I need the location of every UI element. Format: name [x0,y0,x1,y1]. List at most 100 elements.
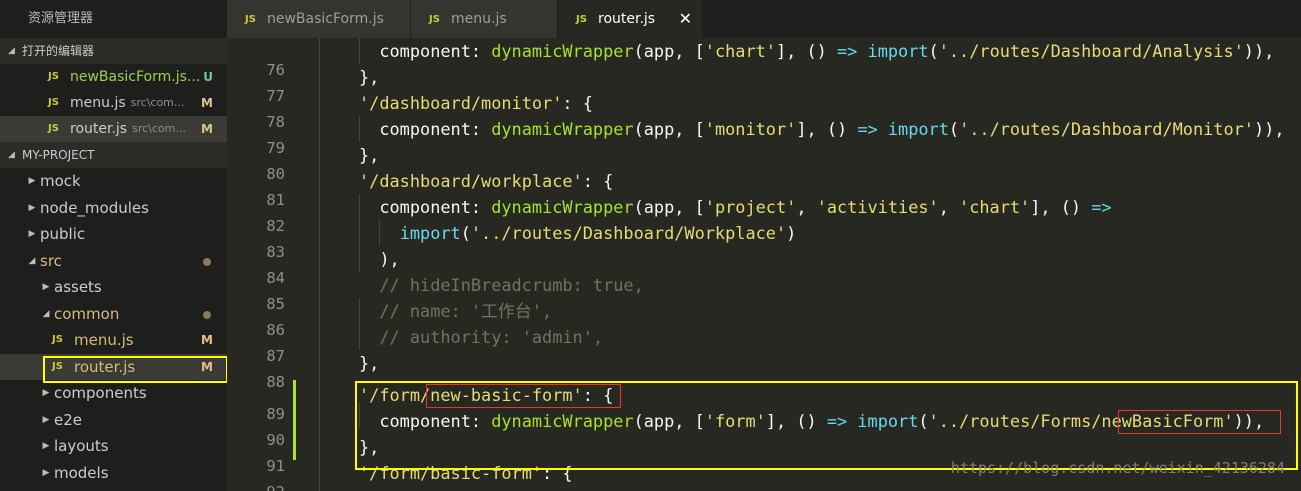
code-line: 78 '/dashboard/monitor': { [227,90,1301,131]
tree-item-label: common [54,304,120,323]
open-editor-item[interactable]: JS router.js src\com... M [0,116,227,142]
code-text: component: dynamicWrapper(app, ['monitor… [379,119,1285,139]
code-editor[interactable]: 76 component: dynamicWrapper(app, ['char… [227,38,1301,491]
chevron-down-icon: ◢ [42,308,50,319]
open-editor-item[interactable]: JS menu.js src\com... M [0,90,227,116]
tree-item-label: node_modules [40,198,149,217]
js-file-icon: JS [245,13,256,25]
chevron-right-icon: ▶ [42,441,50,451]
chevron-right-icon: ▶ [42,467,50,478]
tree-item-label: mock [40,172,81,190]
tree-folder-common[interactable]: ◢ common [0,301,227,328]
tree-item-label: assets [54,278,102,296]
chevron-right-icon: ▶ [42,414,50,425]
code-line: 85 // hideInBreadcrumb: true, [227,272,1301,313]
tree-folder-assets[interactable]: ▶ assets [0,274,227,301]
js-file-icon: JS [48,71,59,82]
annotation-box-route-path [426,384,621,408]
watermark: https://blog.csdn.net/weixin_42136284 [950,459,1285,477]
open-editor-path: src\com... [132,122,186,135]
tree-folder-models[interactable]: ▶ models [0,460,227,487]
tree-folder-public[interactable]: ▶ public [0,221,227,248]
open-editors-title: 打开的编辑器 [22,44,95,58]
code-line: 84 ), [227,246,1301,287]
code-text: }, [359,145,380,165]
tab-newbasicform[interactable]: JS newBasicForm.js [227,0,411,38]
tab-label: menu.js [451,11,507,27]
js-file-icon: JS [48,97,59,108]
code-line: 87 // authority: 'admin', [227,324,1301,365]
code-text: // authority: 'admin', [379,327,604,347]
tree-item-label: menu.js [74,331,134,349]
code-line: 77 }, [227,64,1301,105]
code-line: 80 }, [227,142,1301,183]
js-file-icon: JS [52,334,63,345]
project-title: MY-PROJECT [22,148,95,162]
close-icon[interactable]: ✕ [679,9,692,28]
tree-item-label: e2e [54,410,83,429]
tree-item-label: models [54,463,109,482]
tab-router[interactable]: JS router.js ✕ [558,0,703,38]
explorer-title: 资源管理器 [28,11,94,26]
highlight-box-router-file [43,356,227,383]
chevron-right-icon: ▶ [28,176,36,186]
code-text: import('../routes/Dashboard/Workplace') [399,223,797,243]
tree-folder-e2e[interactable]: ▶ e2e [0,407,227,434]
open-editor-name: menu.js [70,95,126,111]
code-text: component: dynamicWrapper(app, ['chart']… [379,41,1275,61]
code-line: 86 // name: '工作台', [227,298,1301,339]
code-line: 83 import('../routes/Dashboard/Workplace… [227,220,1301,261]
code-text: '/dashboard/workplace': { [359,171,614,191]
code-line: 79 component: dynamicWrapper(app, ['moni… [227,116,1301,157]
modified-dot-icon [203,257,211,266]
chevron-down-icon: ◢ [8,46,15,56]
chevron-down-icon: ◢ [8,150,15,160]
open-editor-name: newBasicForm.js... [70,69,201,85]
tab-menu[interactable]: JS menu.js [411,0,558,38]
tree-folder-layouts[interactable]: ▶ layouts [0,433,227,460]
chevron-right-icon: ▶ [42,282,50,292]
git-status-badge: M [201,333,213,347]
chevron-down-icon: ◢ [28,255,36,266]
code-line: 88 }, [227,350,1301,391]
chevron-right-icon: ▶ [28,202,36,213]
git-status-badge: U [203,70,213,84]
code-text: }, [359,67,380,87]
code-text: // name: '工作台', [379,301,553,321]
tree-folder-src[interactable]: ◢ src [0,248,227,275]
annotation-box-component-name [1118,410,1281,434]
editor-tab-bar: JS newBasicForm.js JS menu.js JS router.… [227,0,1301,38]
tree-folder-node-modules[interactable]: ▶ node_modules [0,195,227,222]
code-text: }, [359,353,380,373]
modified-dot-icon [203,310,211,319]
code-text: // hideInBreadcrumb: true, [379,275,644,295]
code-text: ), [379,249,400,269]
tree-folder-mock[interactable]: ▶ mock [0,168,227,195]
chevron-right-icon: ▶ [28,229,36,239]
chevron-right-icon: ▶ [42,388,50,398]
js-file-icon: JS [576,13,587,25]
tree-folder-components[interactable]: ▶ components [0,380,227,407]
git-status-badge: M [201,122,213,136]
js-file-icon: JS [429,13,440,25]
git-status-badge: M [201,96,213,110]
open-editor-path: src\com... [130,96,185,109]
code-text: '/dashboard/monitor': { [359,93,593,113]
tree-item-label: components [54,384,147,402]
code-line: 82 component: dynamicWrapper(app, ['proj… [227,194,1301,235]
open-editor-item[interactable]: JS newBasicForm.js... U [0,64,227,90]
open-editor-name: router.js [70,121,128,137]
code-line: 81 '/dashboard/workplace': { [227,168,1301,209]
js-file-icon: JS [48,123,59,134]
open-editors-header[interactable]: ◢ 打开的编辑器 [0,38,227,64]
line-number: 92 [227,479,285,491]
code-line: 76 component: dynamicWrapper(app, ['char… [227,38,1301,79]
tree-item-label: src [40,251,62,270]
tree-item-label: public [40,225,86,243]
project-header[interactable]: ◢ MY-PROJECT [0,142,227,168]
tree-file-menu-js[interactable]: JS menu.js M [0,327,227,354]
code-text: component: dynamicWrapper(app, ['project… [379,197,1112,217]
tab-label: router.js [598,11,656,27]
tab-label: newBasicForm.js [267,11,384,27]
explorer-sidebar: 资源管理器 ◢ 打开的编辑器 JS newBasicForm.js... U J… [0,0,227,491]
